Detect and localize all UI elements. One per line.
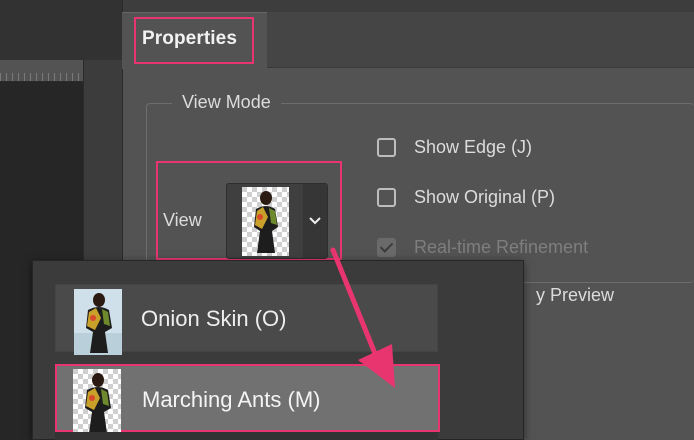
show-edge-label: Show Edge (J) [414,136,533,157]
view-label: View [163,210,202,230]
menu-item-marching-ants[interactable]: Marching Ants (M) [55,364,440,435]
show-edge-option[interactable]: Show Edge (J) [377,135,532,159]
menu-next-item-edge [55,432,438,440]
realtime-refinement-label: Real-time Refinement [414,236,589,257]
tab-strip-top [123,0,694,12]
onion-skin-label: Onion Skin (O) [141,306,287,331]
marching-ants-label: Marching Ants (M) [142,387,321,412]
preview-option-label[interactable]: y Preview [536,285,614,306]
show-original-label: Show Original (P) [414,186,556,207]
show-original-checkbox[interactable] [377,187,396,207]
realtime-refinement-option: Real-time Refinement [377,235,588,259]
marching-ants-thumbnail-icon [73,369,121,435]
show-original-option[interactable]: Show Original (P) [377,185,555,209]
ruler-ticks [0,73,83,81]
show-edge-checkbox[interactable] [377,137,396,157]
onion-skin-thumbnail-icon [74,289,122,355]
chevron-down-icon[interactable] [303,184,327,258]
horizontal-ruler [0,60,83,82]
realtime-refinement-checkbox [377,237,396,257]
chevron-down-glyph [309,217,321,225]
view-mode-legend: View Mode [172,92,281,113]
canvas-top-bar [0,0,122,60]
menu-item-onion-skin[interactable]: Onion Skin (O) [55,284,438,355]
properties-tab-title[interactable]: Properties [134,17,254,64]
marching-ants-thumbnail-icon [242,187,289,256]
